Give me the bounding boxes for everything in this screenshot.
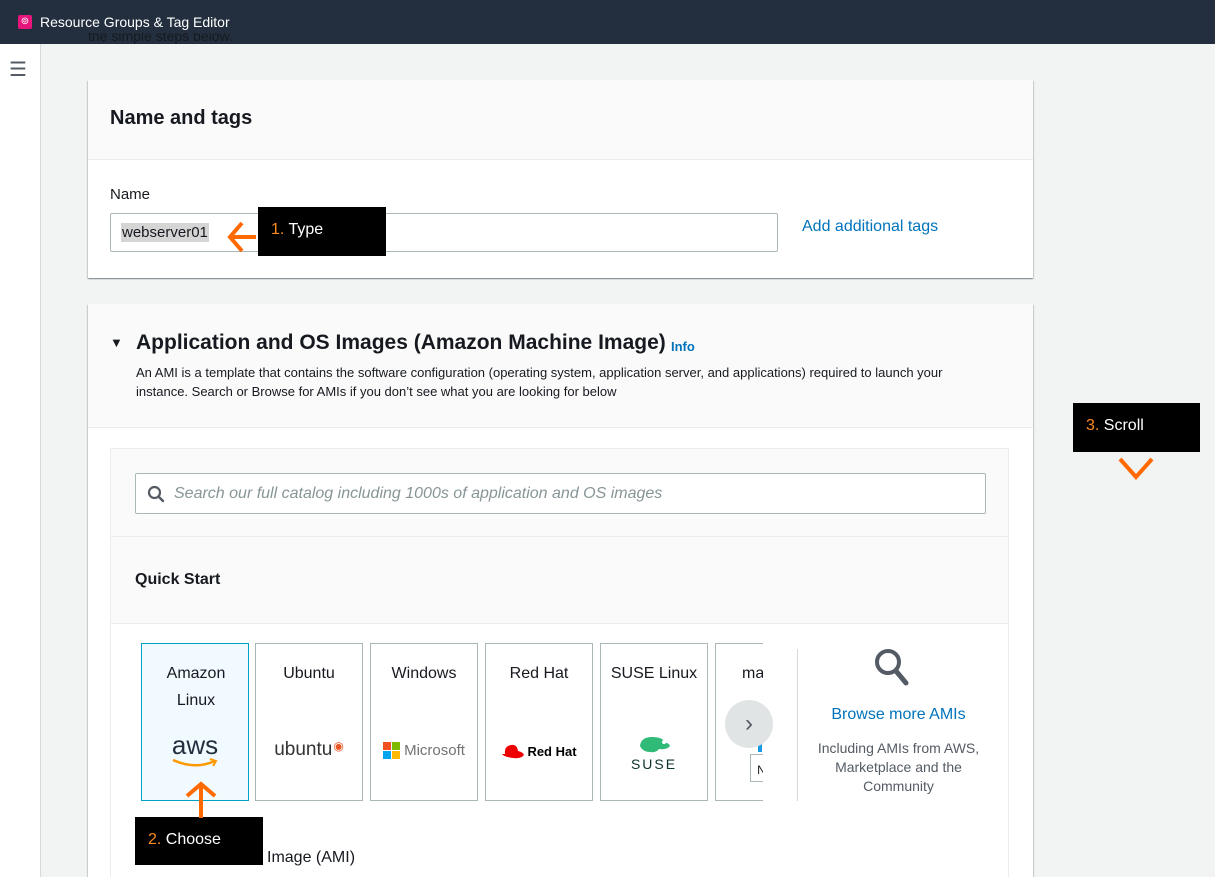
callout-scroll: 3. Scroll bbox=[1073, 403, 1200, 452]
hamburger-menu-icon[interactable]: ☰ bbox=[9, 60, 27, 80]
microsoft-windows-icon bbox=[383, 742, 401, 759]
tile-windows[interactable]: Windows Microsoft bbox=[370, 643, 478, 801]
browse-search-icon bbox=[875, 649, 909, 686]
callout-type: 1. Type bbox=[258, 207, 386, 256]
arrow-down-icon bbox=[1118, 457, 1154, 481]
browse-more-amis-link[interactable]: Browse more AMIs bbox=[811, 706, 986, 724]
quick-start-header: Quick Start bbox=[111, 537, 1008, 624]
resource-groups-icon: ⊚ bbox=[18, 15, 32, 29]
suse-logo: SUSE bbox=[630, 756, 678, 772]
name-label: Name bbox=[110, 186, 151, 203]
tile-suse-linux[interactable]: SUSE Linux SUSE bbox=[600, 643, 708, 801]
tile-red-hat[interactable]: Red Hat Red Hat bbox=[485, 643, 593, 801]
search-placeholder: Search our full catalog including 1000s … bbox=[174, 485, 663, 502]
quick-start-tiles: Amazon Linux aws Ubuntu ubuntu ◉ Windows bbox=[141, 643, 763, 801]
red-hat-logo: Red Hat bbox=[527, 743, 577, 759]
tile-ubuntu[interactable]: Ubuntu ubuntu ◉ bbox=[255, 643, 363, 801]
ami-panel: ▼ Application and OS Images (Amazon Mach… bbox=[88, 304, 1033, 877]
tile-label: Amazon Linux bbox=[166, 665, 226, 709]
panel-description: An AMI is a template that contains the s… bbox=[136, 365, 943, 399]
name-input-value[interactable]: webserver01 bbox=[121, 223, 209, 242]
tile-amazon-linux[interactable]: Amazon Linux aws bbox=[141, 643, 249, 801]
suse-chameleon-icon bbox=[640, 737, 670, 753]
intro-text: the simple steps below. bbox=[88, 33, 233, 44]
ubuntu-circle-icon: ◉ bbox=[333, 739, 344, 753]
add-additional-tags-link[interactable]: Add additional tags bbox=[802, 218, 938, 236]
arrow-up-icon bbox=[185, 781, 217, 818]
ami-search-input[interactable]: Search our full catalog including 1000s … bbox=[135, 473, 986, 514]
red-hat-icon bbox=[502, 744, 525, 759]
service-title[interactable]: Resource Groups & Tag Editor bbox=[40, 14, 230, 30]
aws-logo: aws bbox=[171, 730, 219, 760]
tile-label: Ubuntu bbox=[283, 665, 335, 682]
browse-description: Including AMIs from AWS, Marketplace and… bbox=[817, 740, 980, 794]
next-tiles-button[interactable]: › bbox=[725, 700, 773, 748]
side-navigation: ☰ bbox=[0, 44, 41, 877]
tile-label: Windows bbox=[391, 665, 457, 682]
divider bbox=[797, 649, 798, 801]
panel-header: Name and tags bbox=[88, 80, 1033, 160]
arrow-left-icon bbox=[227, 221, 256, 253]
search-area: Search our full catalog including 1000s … bbox=[111, 449, 1008, 537]
microsoft-logo: Microsoft bbox=[404, 742, 465, 759]
chevron-right-icon: › bbox=[745, 710, 753, 737]
tile-label: ma bbox=[742, 665, 763, 682]
panel-title: Name and tags bbox=[110, 107, 253, 129]
info-link[interactable]: Info bbox=[671, 339, 695, 354]
ami-section-label: Image (AMI) bbox=[267, 849, 356, 866]
ubuntu-logo: ubuntu bbox=[274, 739, 333, 760]
ami-selector: Search our full catalog including 1000s … bbox=[110, 448, 1009, 877]
search-icon bbox=[147, 485, 165, 503]
collapse-triangle-icon[interactable]: ▼ bbox=[110, 335, 123, 350]
name-input[interactable]: webserver01 bbox=[110, 213, 778, 252]
tile-label: Red Hat bbox=[509, 665, 569, 682]
callout-choose: 2. Choose bbox=[135, 817, 263, 865]
partial-logo-box: N bbox=[750, 754, 763, 782]
aws-smile-icon bbox=[172, 758, 218, 767]
panel-title[interactable]: Application and OS Images (Amazon Machin… bbox=[136, 331, 666, 355]
tile-label: SUSE Linux bbox=[610, 665, 698, 682]
quick-start-title: Quick Start bbox=[135, 571, 221, 588]
panel-header: ▼ Application and OS Images (Amazon Mach… bbox=[88, 304, 1033, 428]
